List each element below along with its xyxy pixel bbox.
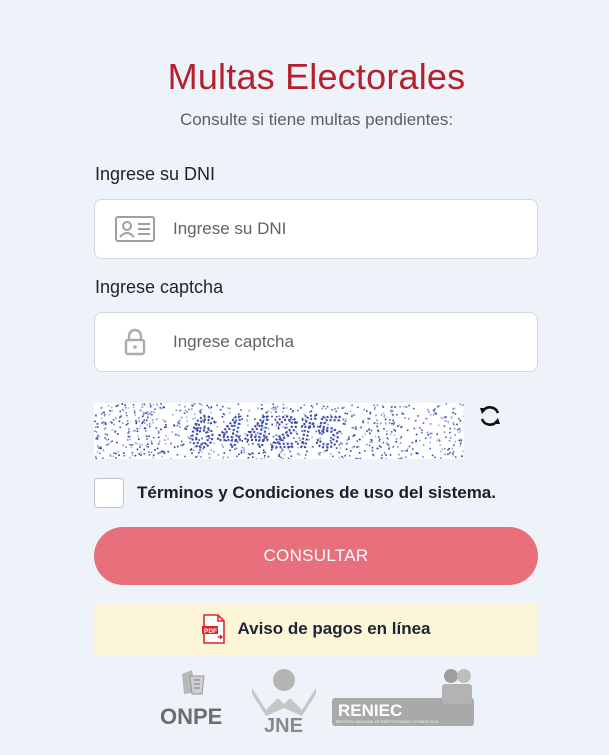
captcha-image: 6442f5 [94, 403, 464, 459]
login-page: Multas Electorales Consulte si tiene mul… [0, 0, 609, 755]
consultar-button[interactable]: CONSULTAR [94, 527, 538, 585]
jne-text: JNE [264, 715, 303, 737]
page-title: Multas Electorales [167, 56, 466, 97]
institution-logos: ONPE JNE RENIEC REGISTRO NACIONAL DE IDE… [160, 664, 480, 744]
page-subtitle: Consulte si tiene multas pendientes: [179, 110, 454, 129]
captcha-field[interactable] [94, 312, 538, 372]
terms-checkbox[interactable] [94, 478, 124, 508]
svg-text:PDF: PDF [204, 628, 217, 635]
dni-label: Ingrese su DNI [95, 164, 216, 184]
onpe-logo: ONPE [160, 670, 222, 729]
captcha-input[interactable] [173, 332, 503, 352]
refresh-icon[interactable] [478, 404, 504, 430]
captcha-label: Ingrese captcha [95, 277, 224, 297]
reniec-text: RENIEC [338, 701, 402, 720]
payment-notice-text: Aviso de pagos en línea [237, 619, 431, 638]
reniec-caption: REGISTRO NACIONAL DE IDENTIFICACIÓN Y ES… [336, 719, 439, 724]
captcha-code: 6442f5 [190, 408, 343, 457]
terms-row: Términos y Condiciones de uso del sistem… [94, 478, 496, 508]
lock-icon [115, 327, 155, 357]
pdf-icon: PDF [201, 614, 227, 644]
onpe-text: ONPE [160, 704, 222, 729]
jne-logo: JNE [252, 669, 316, 737]
id-card-icon [115, 214, 155, 244]
terms-link[interactable]: Términos y Condiciones de uso del sistem… [137, 483, 496, 503]
payment-notice[interactable]: PDF Aviso de pagos en línea [94, 603, 538, 655]
dni-field[interactable] [94, 199, 538, 259]
dni-input[interactable] [173, 219, 503, 239]
reniec-logo: RENIEC REGISTRO NACIONAL DE IDENTIFICACI… [332, 669, 474, 726]
